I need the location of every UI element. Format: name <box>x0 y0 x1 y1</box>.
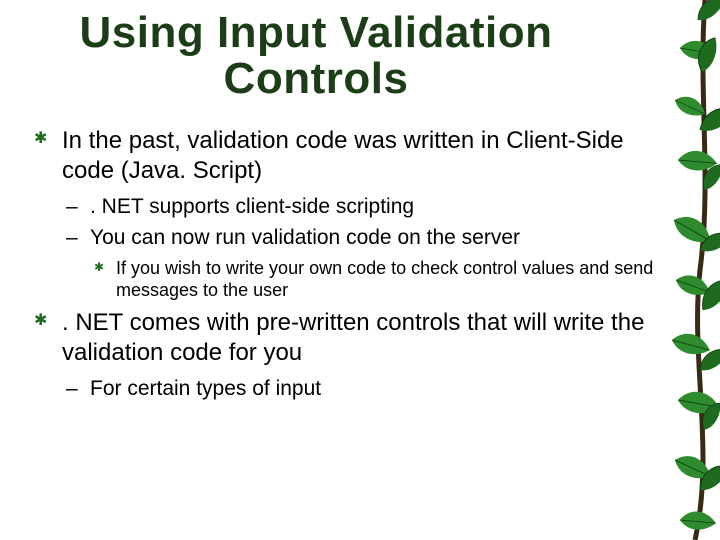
sublist: For certain types of input <box>62 376 680 402</box>
bullet-text: You can now run validation code on the s… <box>90 226 520 249</box>
bullet-text: . NET supports client-side scripting <box>90 195 414 218</box>
sublist: . NET supports client-side scripting You… <box>62 194 680 302</box>
bullet-text: In the past, validation code was written… <box>62 127 624 184</box>
sub-bullet: For certain types of input <box>62 376 680 402</box>
bullet-1: In the past, validation code was written… <box>32 126 680 302</box>
sub-bullet: . NET supports client-side scripting <box>62 194 680 220</box>
bullet-text: . NET comes with pre-written controls th… <box>62 309 644 366</box>
slide: Using Input Validation Controls In the p… <box>0 0 720 540</box>
slide-body: In the past, validation code was written… <box>32 126 680 402</box>
sub-bullet: You can now run validation code on the s… <box>62 225 680 302</box>
bullet-list: In the past, validation code was written… <box>32 126 680 402</box>
slide-title: Using Input Validation Controls <box>32 10 600 102</box>
subsub-bullet: If you wish to write your own code to ch… <box>90 257 680 302</box>
bullet-2: . NET comes with pre-written controls th… <box>32 308 680 402</box>
subsublist: If you wish to write your own code to ch… <box>90 257 680 302</box>
bullet-text: If you wish to write your own code to ch… <box>116 258 653 301</box>
bullet-text: For certain types of input <box>90 377 321 400</box>
